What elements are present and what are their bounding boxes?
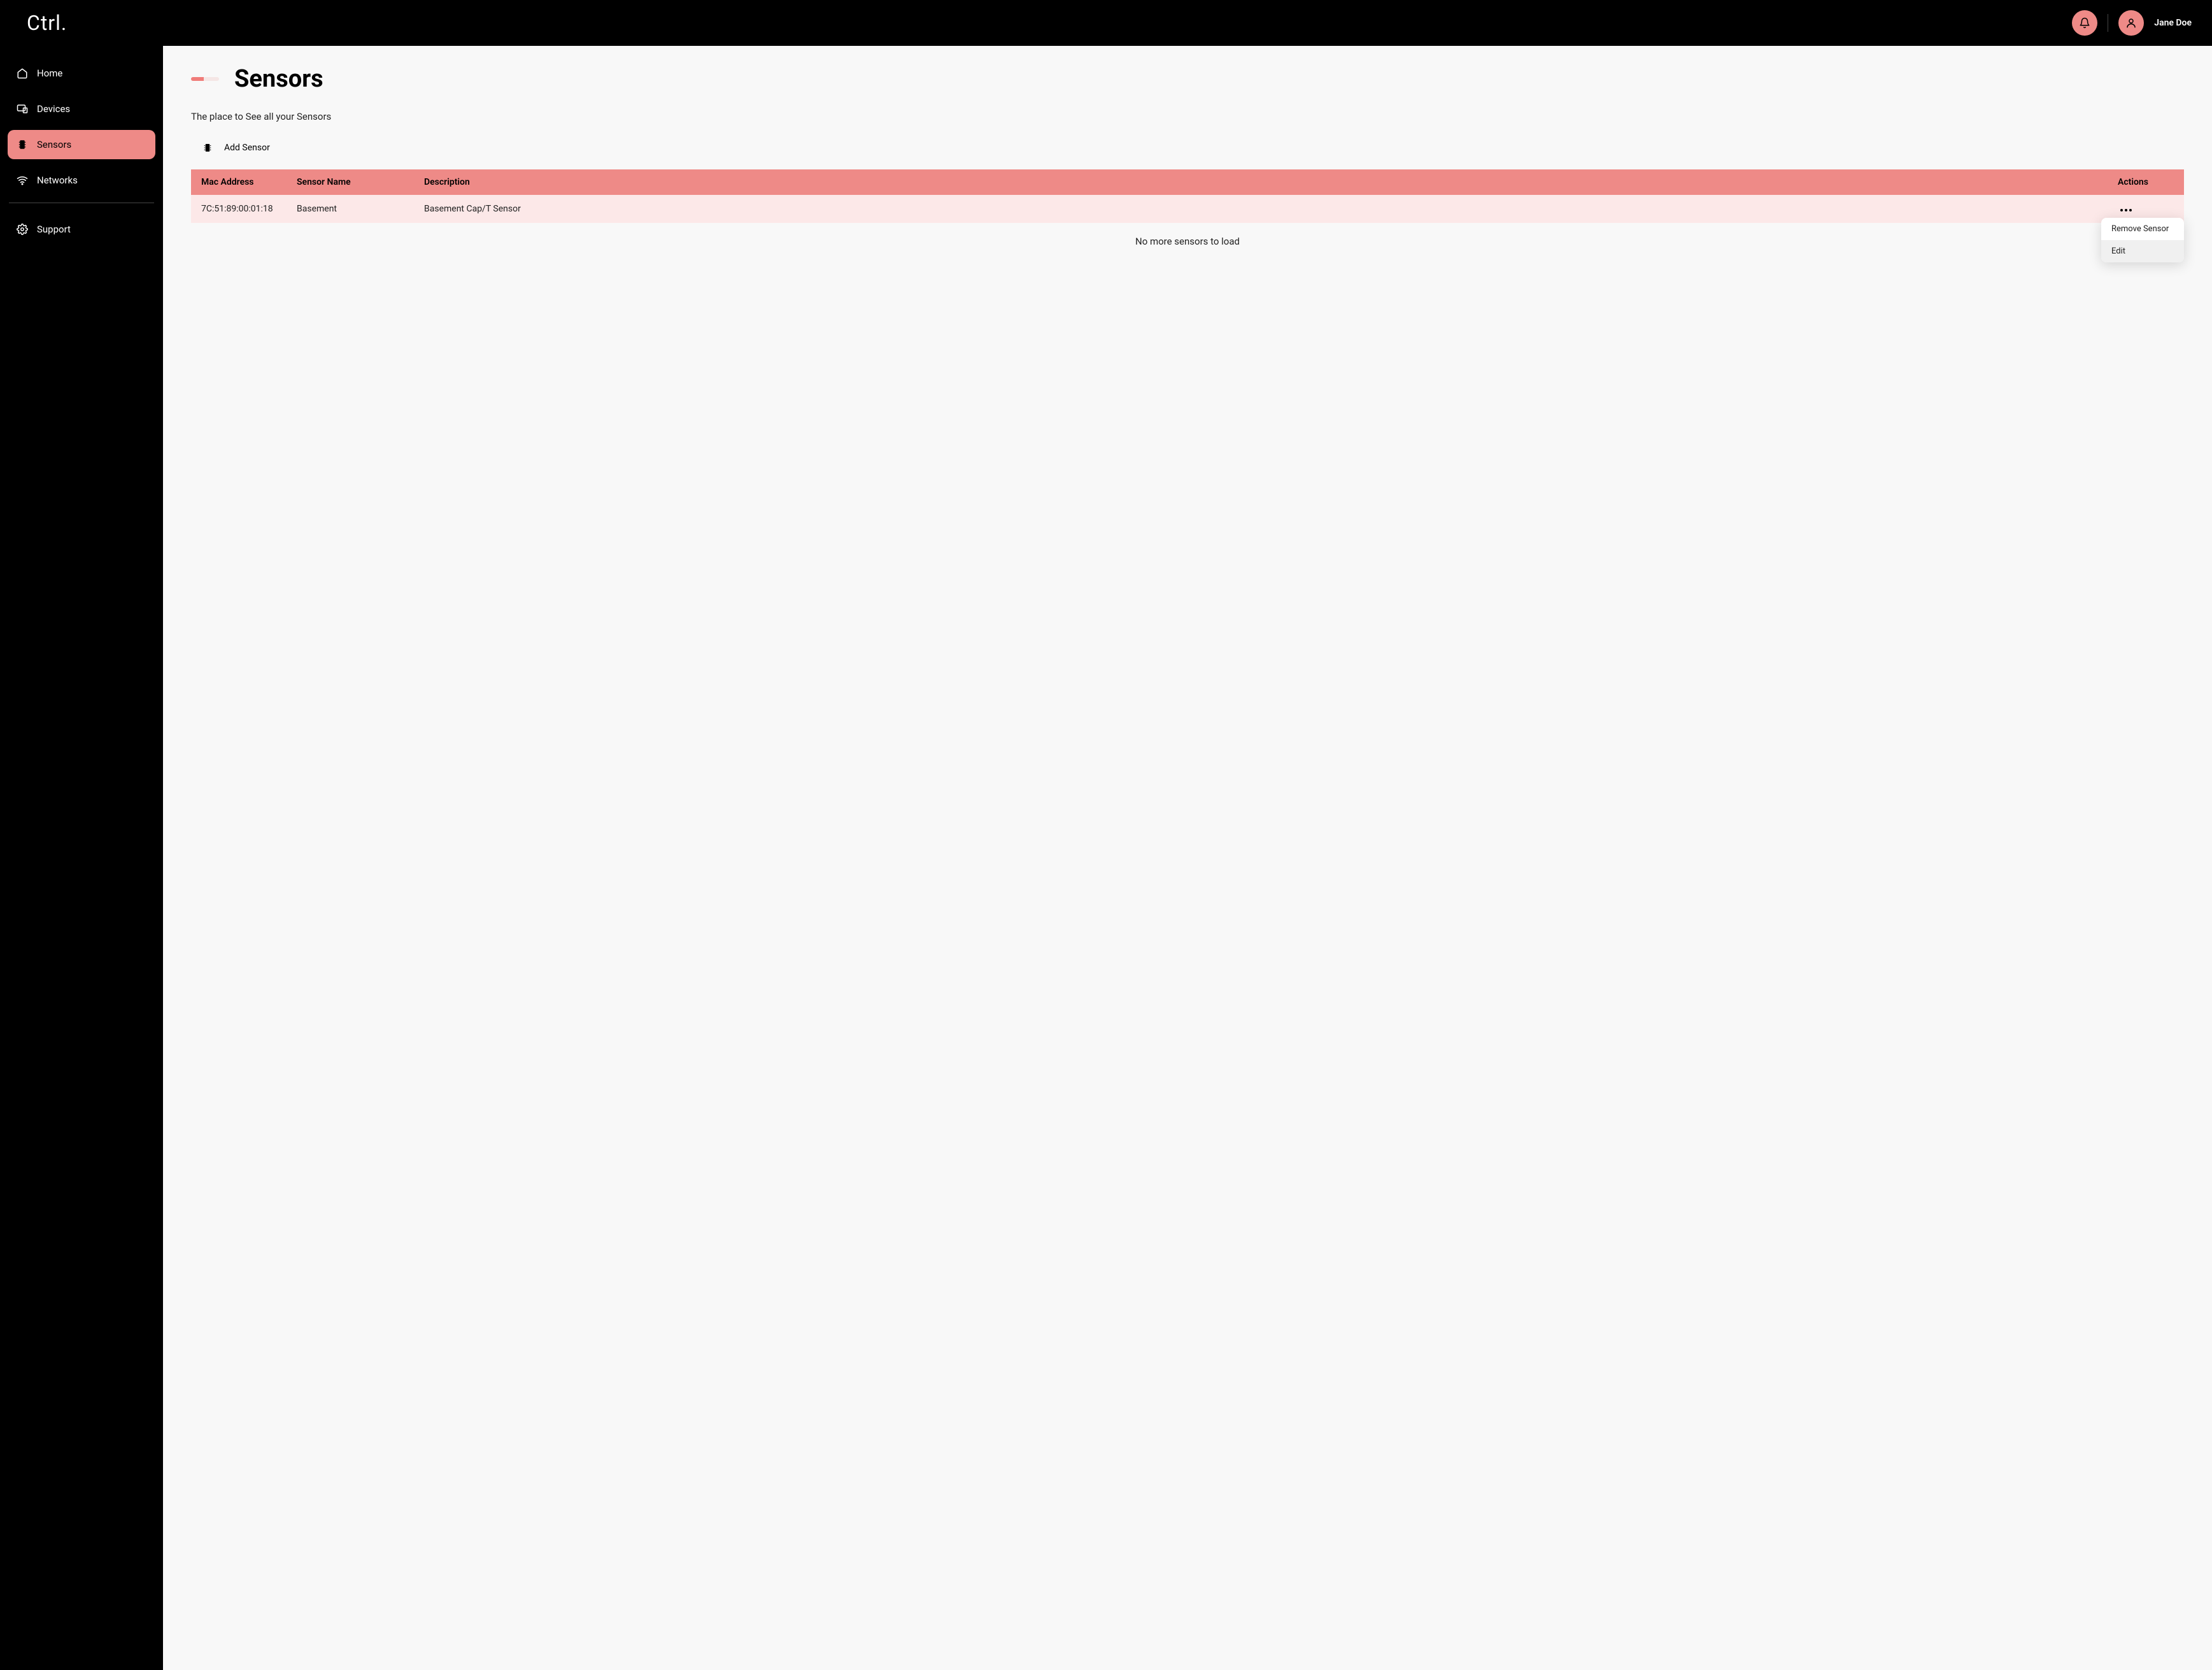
sidebar-item-label: Networks	[37, 175, 78, 186]
sidebar-item-support[interactable]: Support	[8, 215, 155, 244]
user-icon	[2125, 17, 2137, 29]
title-accent	[191, 77, 219, 81]
sensor-icon	[202, 143, 213, 153]
sidebar-item-label: Support	[37, 224, 71, 235]
add-sensor-button[interactable]: Add Sensor	[191, 138, 278, 158]
brand-logo[interactable]: Ctrl.	[20, 11, 67, 35]
table-row: 7C:51:89:00:01:18 Basement Basement Cap/…	[191, 195, 2184, 223]
th-name: Sensor Name	[287, 169, 414, 195]
table-header-row: Mac Address Sensor Name Description Acti…	[191, 169, 2184, 195]
th-actions: Actions	[2108, 169, 2184, 195]
add-sensor-label: Add Sensor	[224, 143, 270, 153]
cell-name: Basement	[287, 195, 414, 223]
menu-item-remove-sensor[interactable]: Remove Sensor	[2101, 218, 2184, 240]
sidebar-item-devices[interactable]: Devices	[8, 94, 155, 124]
cell-actions: Remove Sensor Edit	[2108, 195, 2184, 223]
no-more-label: No more sensors to load	[191, 223, 2184, 260]
topbar: Ctrl. Jane Doe	[0, 0, 2212, 46]
page-subtitle: The place to See all your Sensors	[191, 111, 2184, 122]
gear-icon	[17, 224, 28, 235]
dot-icon	[2120, 209, 2123, 211]
sensor-icon	[17, 139, 28, 150]
user-avatar[interactable]	[2118, 10, 2144, 36]
sidebar-item-label: Sensors	[37, 139, 71, 150]
sidebar-item-networks[interactable]: Networks	[8, 166, 155, 195]
devices-icon	[17, 103, 28, 115]
wifi-icon	[17, 175, 28, 186]
page-title: Sensors	[234, 65, 323, 93]
th-mac: Mac Address	[191, 169, 287, 195]
sidebar-item-home[interactable]: Home	[8, 59, 155, 88]
cell-mac: 7C:51:89:00:01:18	[191, 195, 287, 223]
row-actions-menu: Remove Sensor Edit	[2101, 218, 2184, 262]
sensors-table: Mac Address Sensor Name Description Acti…	[191, 169, 2184, 223]
main-content: Sensors The place to See all your Sensor…	[163, 46, 2212, 1670]
sidebar: Home Devices Sensors	[0, 46, 163, 1670]
cell-description: Basement Cap/T Sensor	[414, 195, 2108, 223]
th-description: Description	[414, 169, 2108, 195]
topbar-right: Jane Doe	[2072, 10, 2192, 36]
title-row: Sensors	[191, 65, 2184, 93]
menu-item-edit[interactable]: Edit	[2101, 240, 2184, 262]
dot-icon	[2125, 209, 2127, 211]
bell-icon	[2079, 17, 2090, 29]
sidebar-item-label: Home	[37, 68, 62, 79]
row-actions-button[interactable]	[2118, 206, 2134, 214]
sidebar-item-label: Devices	[37, 103, 70, 115]
sidebar-item-sensors[interactable]: Sensors	[8, 130, 155, 159]
notifications-button[interactable]	[2072, 10, 2097, 36]
user-name[interactable]: Jane Doe	[2154, 18, 2192, 28]
home-icon	[17, 68, 28, 79]
dot-icon	[2129, 209, 2132, 211]
